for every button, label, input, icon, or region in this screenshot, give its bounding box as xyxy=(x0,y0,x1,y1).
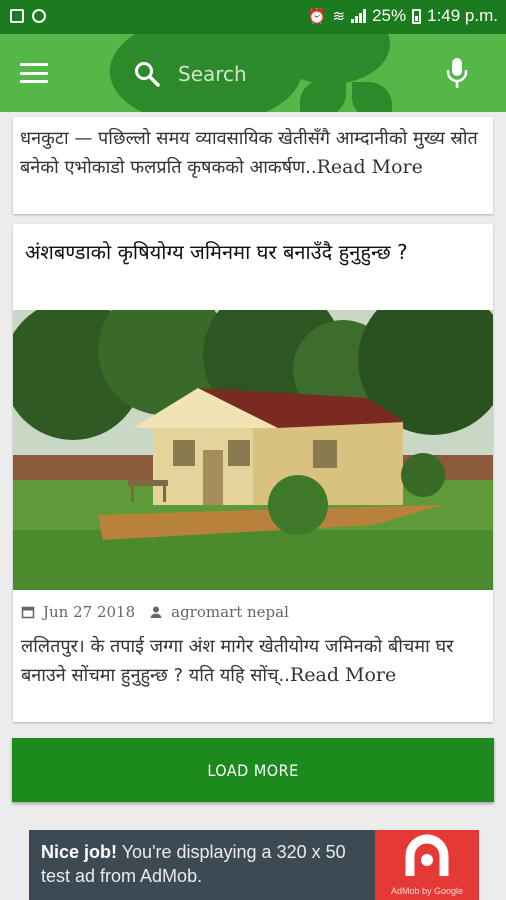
chat-notification-icon xyxy=(32,9,46,23)
admob-caption: AdMob by Google xyxy=(390,886,464,896)
alarm-icon: ⏰ xyxy=(307,8,327,25)
clock: 1:49 p.m. xyxy=(427,6,498,25)
battery-icon xyxy=(412,8,422,24)
article-card[interactable]: धनकुटा — पछिल्लो समय व्यावसायिक खेतीसँगै… xyxy=(13,117,493,214)
person-icon xyxy=(150,606,162,618)
article-image[interactable] xyxy=(13,310,493,590)
search-input[interactable] xyxy=(178,56,408,92)
app-bar xyxy=(0,34,506,112)
article-excerpt: ललितपुर। के तपाई जग्गा अंश मागेर खेतीयोग… xyxy=(21,636,454,686)
gallery-notification-icon xyxy=(10,9,24,23)
search-icon[interactable] xyxy=(134,61,160,87)
load-more-button[interactable]: LOAD MORE xyxy=(12,738,494,802)
calendar-icon xyxy=(21,606,35,619)
article-date: Jun 27 2018 xyxy=(43,603,136,621)
signal-icon xyxy=(351,9,367,23)
ad-text-bold: Nice job! xyxy=(41,842,118,862)
admob-icon xyxy=(405,834,449,876)
read-more-link[interactable]: Read More xyxy=(317,156,423,178)
admob-logo[interactable]: AdMob by Google xyxy=(375,830,479,900)
wifi-icon: ≋ xyxy=(332,8,346,25)
menu-icon[interactable] xyxy=(20,63,48,83)
battery-percent: 25% xyxy=(372,6,407,25)
article-author: agromart nepal xyxy=(171,603,289,621)
status-bar: ⏰ ≋ 25% 1:49 p.m. xyxy=(0,0,506,34)
article-meta: Jun 27 2018 agromart nepal xyxy=(21,603,289,621)
ad-banner[interactable]: Nice job! You're displaying a 320 x 50 t… xyxy=(29,830,479,900)
read-more-link[interactable]: Read More xyxy=(290,664,396,686)
article-card[interactable]: अंशबण्डाको कृषियोग्य जमिनमा घर बनाउँदै ह… xyxy=(13,224,493,722)
article-excerpt: धनकुटा — पछिल्लो समय व्यावसायिक खेतीसँगै… xyxy=(20,128,478,178)
ad-text: Nice job! You're displaying a 320 x 50 t… xyxy=(41,840,376,888)
article-title[interactable]: अंशबण्डाको कृषियोग्य जमिनमा घर बनाउँदै ह… xyxy=(13,224,493,310)
microphone-icon[interactable] xyxy=(444,56,470,90)
